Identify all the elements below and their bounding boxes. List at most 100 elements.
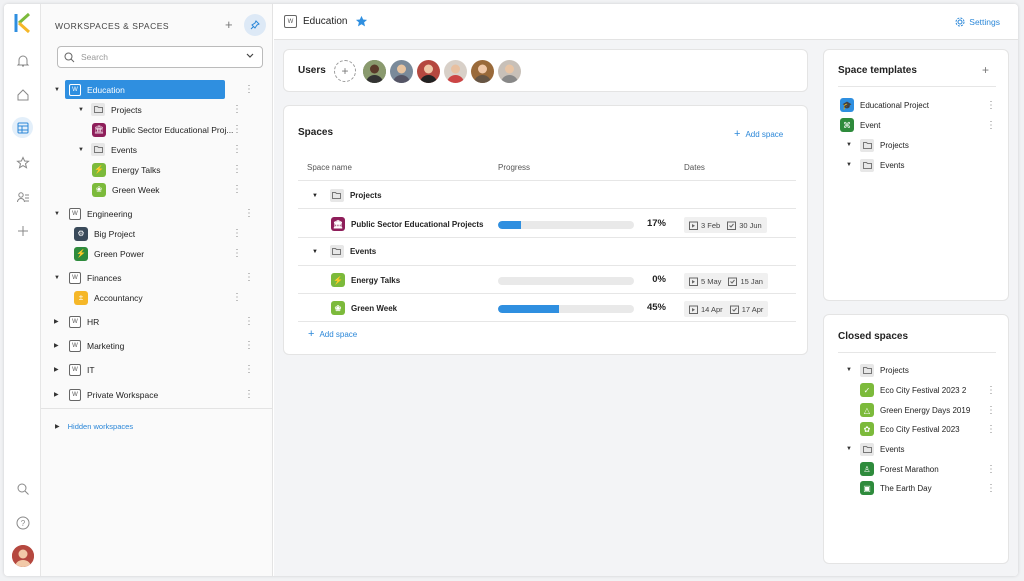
sidebar-item-public-sector[interactable]: 🏛 Public Sector Educational Proj... ⋮ — [92, 120, 274, 139]
favorite-star-icon[interactable] — [355, 15, 368, 28]
table-row[interactable]: 🏛 Public Sector Educational Projects — [331, 217, 483, 231]
closed-item[interactable]: ▣ The Earth Day ⋮ — [860, 479, 996, 497]
sidebar-item-big-project[interactable]: ⚙ Big Project ⋮ — [74, 224, 274, 243]
more-menu-icon[interactable]: ⋮ — [986, 100, 996, 111]
more-menu-icon[interactable]: ⋮ — [232, 104, 242, 115]
sidebar-item-green-week[interactable]: ❀ Green Week ⋮ — [92, 180, 274, 199]
collapse-arrow-icon[interactable]: ▼ — [78, 107, 86, 113]
closed-folder[interactable]: ▼ Projects — [846, 361, 909, 379]
sidebar-item-energy-talks[interactable]: ⚡ Energy Talks ⋮ — [92, 160, 274, 179]
sidebar-item-accountancy[interactable]: ± Accountancy ⋮ — [74, 288, 274, 307]
collapse-arrow-icon[interactable]: ▼ — [78, 147, 86, 153]
sidebar-item-private-workspace[interactable]: ▶ W Private Workspace ⋮ — [54, 385, 274, 404]
more-menu-icon[interactable]: ⋮ — [986, 464, 996, 475]
user-avatar[interactable] — [390, 60, 413, 83]
sidebar-item-engineering[interactable]: ▼ W Engineering ⋮ — [54, 204, 274, 223]
template-item[interactable]: 🎓 Educational Project ⋮ — [840, 96, 996, 114]
more-menu-icon[interactable]: ⋮ — [244, 316, 254, 327]
collapse-arrow-icon[interactable]: ▼ — [312, 249, 318, 255]
user-avatar[interactable] — [444, 60, 467, 83]
collapse-arrow-icon[interactable]: ▼ — [846, 446, 860, 452]
more-menu-icon[interactable]: ⋮ — [232, 164, 242, 175]
more-menu-icon[interactable]: ⋮ — [244, 208, 254, 219]
spaces-icon[interactable] — [12, 117, 33, 138]
more-menu-icon[interactable]: ⋮ — [232, 228, 242, 239]
settings-button[interactable]: Settings — [955, 17, 1000, 27]
template-folder[interactable]: ▼ Projects — [846, 136, 909, 154]
more-menu-icon[interactable]: ⋮ — [232, 144, 242, 155]
search-input[interactable] — [81, 52, 231, 62]
column-header-progress[interactable]: Progress — [498, 163, 530, 172]
user-avatar[interactable] — [417, 60, 440, 83]
home-icon[interactable] — [12, 84, 33, 105]
expand-arrow-icon[interactable]: ▶ — [54, 318, 62, 325]
date-range[interactable]: 5 May 15 Jan — [684, 273, 768, 289]
sidebar-item-education[interactable]: ▼ W Education ⋮ — [54, 80, 274, 99]
column-header-name[interactable]: Space name — [307, 163, 352, 172]
more-menu-icon[interactable]: ⋮ — [986, 405, 996, 416]
collapse-arrow-icon[interactable]: ▼ — [846, 367, 860, 373]
closed-folder[interactable]: ▼ Events — [846, 440, 904, 458]
hidden-workspaces-link[interactable]: ▶ Hidden workspaces — [55, 422, 133, 431]
plus-icon[interactable] — [12, 220, 33, 241]
sidebar-item-green-power[interactable]: ⚡ Green Power ⋮ — [74, 244, 274, 263]
avatar[interactable] — [12, 545, 34, 567]
more-menu-icon[interactable]: ⋮ — [244, 272, 254, 283]
sidebar-item-hr[interactable]: ▶ W HR ⋮ — [54, 312, 274, 331]
expand-arrow-icon[interactable]: ▶ — [54, 342, 62, 349]
collapse-arrow-icon[interactable]: ▼ — [846, 142, 860, 148]
table-row[interactable]: ▼ Events — [312, 245, 376, 258]
more-menu-icon[interactable]: ⋮ — [232, 184, 242, 195]
user-avatar[interactable] — [471, 60, 494, 83]
users-icon[interactable] — [12, 186, 33, 207]
collapse-arrow-icon[interactable]: ▼ — [54, 87, 62, 93]
more-menu-icon[interactable]: ⋮ — [986, 483, 996, 494]
expand-arrow-icon[interactable]: ▶ — [54, 391, 62, 398]
date-range[interactable]: 14 Apr 17 Apr — [684, 301, 769, 317]
more-menu-icon[interactable]: ⋮ — [244, 364, 254, 375]
more-menu-icon[interactable]: ⋮ — [986, 120, 996, 131]
bell-icon[interactable] — [12, 50, 33, 71]
search-box[interactable] — [57, 46, 263, 68]
more-menu-icon[interactable]: ⋮ — [244, 389, 254, 400]
add-template-button[interactable]: + — [982, 63, 989, 77]
more-menu-icon[interactable]: ⋮ — [986, 385, 996, 396]
table-row[interactable]: ❀ Green Week — [331, 301, 397, 315]
add-space-bottom-button[interactable]: + Add space — [308, 328, 357, 340]
chevron-down-icon[interactable] — [246, 53, 254, 59]
star-icon[interactable] — [12, 152, 33, 173]
closed-item[interactable]: ✓ Eco City Festival 2023 2 ⋮ — [860, 381, 996, 399]
user-avatar[interactable] — [498, 60, 521, 83]
collapse-arrow-icon[interactable]: ▼ — [54, 275, 62, 281]
more-menu-icon[interactable]: ⋮ — [232, 248, 242, 259]
sidebar-item-projects[interactable]: ▼ Projects ⋮ — [78, 100, 274, 119]
template-folder[interactable]: ▼ Events — [846, 156, 904, 174]
closed-item[interactable]: △ Green Energy Days 2019 ⋮ — [860, 401, 996, 419]
column-header-dates[interactable]: Dates — [684, 163, 705, 172]
collapse-arrow-icon[interactable]: ▼ — [54, 211, 62, 217]
collapse-arrow-icon[interactable]: ▼ — [846, 162, 860, 168]
more-menu-icon[interactable]: ⋮ — [232, 124, 242, 135]
sidebar-item-events[interactable]: ▼ Events ⋮ — [78, 140, 274, 159]
user-avatar[interactable] — [363, 60, 386, 83]
closed-item[interactable]: ♙ Forest Marathon ⋮ — [860, 460, 996, 478]
add-space-button[interactable]: + Add space — [734, 128, 783, 140]
date-range[interactable]: 3 Feb 30 Jun — [684, 217, 767, 233]
closed-item[interactable]: ✿ Eco City Festival 2023 ⋮ — [860, 420, 996, 438]
collapse-arrow-icon[interactable]: ▼ — [312, 193, 318, 199]
search-icon[interactable] — [12, 478, 33, 499]
pin-button[interactable] — [244, 14, 266, 36]
template-item[interactable]: ⌘ Event ⋮ — [840, 116, 996, 134]
sidebar-item-it[interactable]: ▶ W IT ⋮ — [54, 360, 274, 379]
table-row[interactable]: ⚡ Energy Talks — [331, 273, 400, 287]
add-workspace-button[interactable]: + — [225, 17, 233, 32]
table-row[interactable]: ▼ Projects — [312, 189, 382, 202]
expand-arrow-icon[interactable]: ▶ — [54, 366, 62, 373]
more-menu-icon[interactable]: ⋮ — [986, 424, 996, 435]
add-user-button[interactable]: + — [334, 60, 356, 82]
sidebar-item-marketing[interactable]: ▶ W Marketing ⋮ — [54, 336, 274, 355]
sidebar-item-finances[interactable]: ▼ W Finances ⋮ — [54, 268, 274, 287]
more-menu-icon[interactable]: ⋮ — [244, 340, 254, 351]
help-icon[interactable]: ? — [12, 512, 33, 533]
more-menu-icon[interactable]: ⋮ — [232, 292, 242, 303]
